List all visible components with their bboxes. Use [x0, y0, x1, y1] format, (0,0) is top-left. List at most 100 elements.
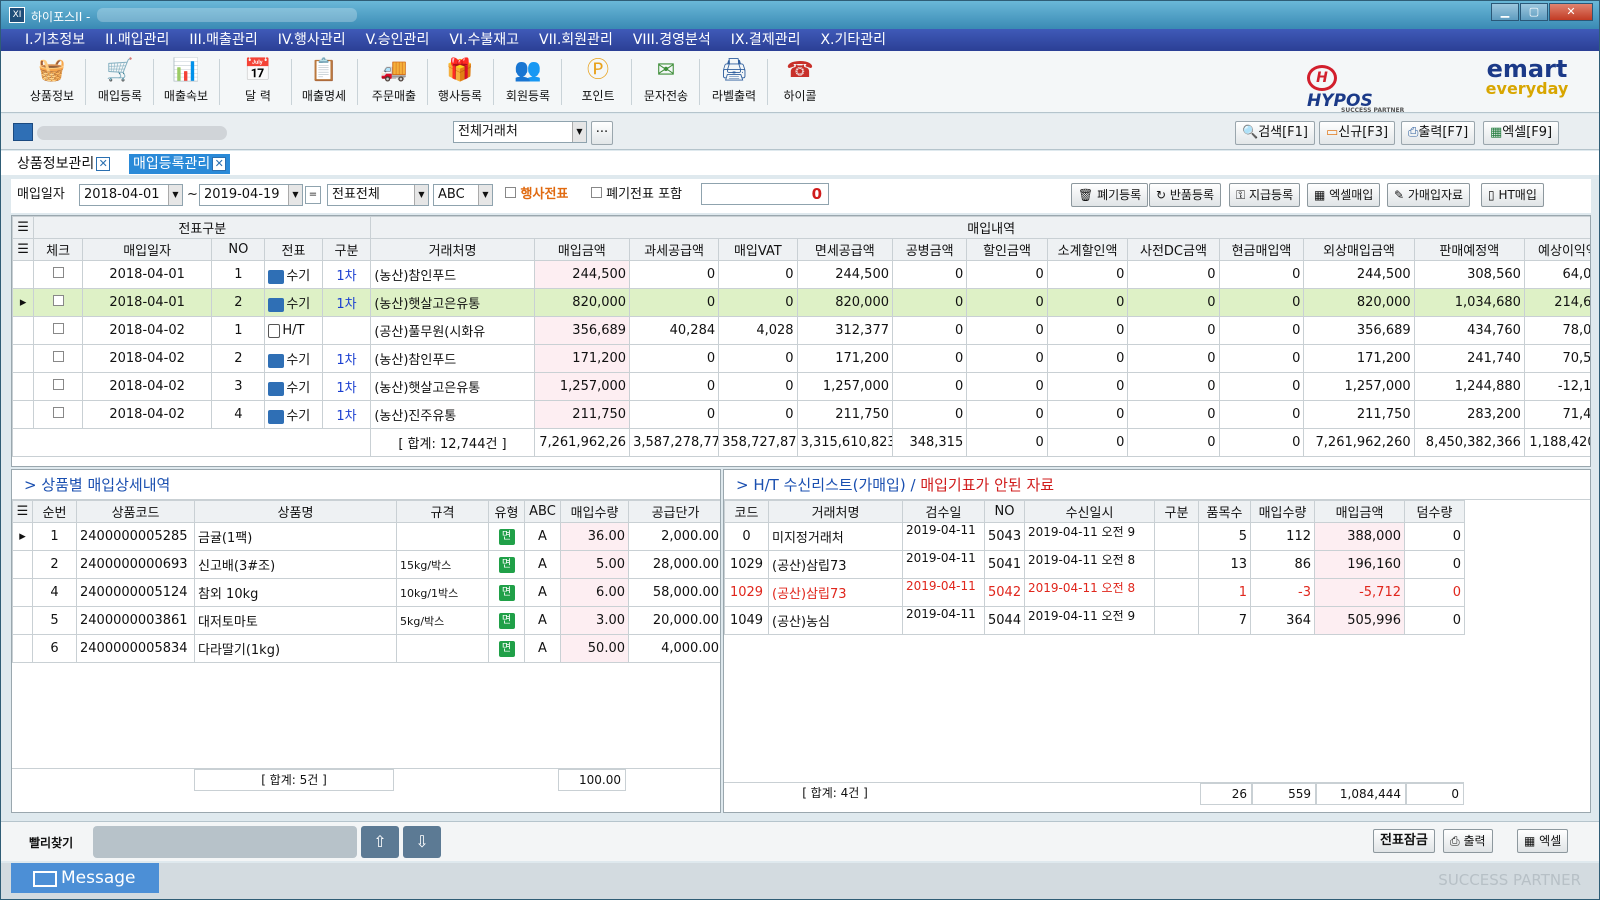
- grid-menu-icon[interactable]: ☰: [12, 238, 35, 261]
- col-header[interactable]: 공급단가: [628, 500, 720, 523]
- col-header[interactable]: 매입금액: [533, 238, 631, 261]
- col-header[interactable]: 구분: [1154, 500, 1199, 523]
- menu-item-4[interactable]: IV.행사관리: [268, 29, 356, 51]
- col-header[interactable]: 수신일시: [1024, 500, 1155, 523]
- col-header[interactable]: 매입일자: [81, 238, 213, 261]
- table-row[interactable]: 2018-04-02 3 수기 1차 (농산)햇살고은유통 1,257,000 0 0 1,25…: [12, 372, 1590, 401]
- cell-kind[interactable]: 1차: [321, 260, 372, 289]
- cell-kind[interactable]: 1차: [321, 344, 372, 373]
- bottom-print-button[interactable]: ⎙ 출력: [1443, 829, 1493, 853]
- close-tab-icon[interactable]: ✕: [212, 157, 227, 171]
- menu-item-8[interactable]: VIII.경영분석: [623, 29, 721, 51]
- table-row[interactable]: 2018-04-01 1 수기 1차 (농산)참인푸드 244,500 0 0 244,500 0…: [12, 260, 1590, 289]
- toolbar-button-8[interactable]: 👥 회원등록: [497, 55, 559, 109]
- col-header[interactable]: 유형: [488, 500, 525, 523]
- toolbar-button-11[interactable]: 🖨 라벨출력: [703, 55, 765, 109]
- col-header[interactable]: 상품명: [194, 500, 397, 523]
- col-header[interactable]: 체크: [33, 238, 83, 261]
- vendor-select[interactable]: 전체거래처 ▼: [453, 121, 587, 143]
- scroll-up-icon[interactable]: ⇧: [361, 826, 399, 858]
- col-header[interactable]: 과세공급액: [629, 238, 720, 261]
- toolbar-button-9[interactable]: Ⓟ 포인트: [567, 55, 629, 109]
- scroll-down-icon[interactable]: ⇩: [403, 826, 441, 858]
- col-header[interactable]: NO: [984, 500, 1025, 523]
- menu-item-9[interactable]: IX.결제관리: [721, 29, 811, 51]
- col-header[interactable]: 매입금액: [1314, 500, 1405, 523]
- date-from[interactable]: 2018-04-01 ▼: [79, 184, 183, 206]
- close-tab-icon[interactable]: ✕: [96, 157, 111, 171]
- include-waste-checkbox[interactable]: 폐기전표 포함: [591, 184, 682, 206]
- col-header[interactable]: 검수일: [902, 500, 985, 523]
- cell-kind[interactable]: 1차: [321, 400, 372, 429]
- ht-row[interactable]: 1049 (공산)농심 2019-04-11 5044 2019-04-11 오전 9 7…: [724, 606, 1465, 635]
- col-header[interactable]: 규격: [396, 500, 489, 523]
- excel-button[interactable]: ▦엑셀[F9]: [1483, 121, 1560, 145]
- col-header[interactable]: 품목수: [1198, 500, 1251, 523]
- excel-purchase-button[interactable]: ▦ 엑셀매입: [1307, 183, 1381, 207]
- grid-menu-icon[interactable]: ☰: [12, 216, 35, 239]
- menu-item-10[interactable]: X.기타관리: [810, 29, 896, 51]
- col-header[interactable]: ABC: [524, 500, 561, 523]
- date-equal-button[interactable]: =: [305, 186, 321, 204]
- row-checkbox[interactable]: [33, 344, 83, 373]
- temp-purchase-button[interactable]: ✎ 가매입자료: [1387, 183, 1471, 207]
- message-button[interactable]: Message: [11, 863, 159, 893]
- vendor-more-button[interactable]: ···: [591, 121, 613, 145]
- toolbar-button-7[interactable]: 🎁 행사등록: [429, 55, 491, 109]
- table-row[interactable]: 2018-04-02 2 수기 1차 (농산)참인푸드 171,200 0 0 171,200 0…: [12, 344, 1590, 373]
- slip-lock-button[interactable]: 전표잠금: [1373, 829, 1435, 853]
- menu-item-2[interactable]: II.매입관리: [95, 29, 179, 51]
- col-header[interactable]: 소계할인액: [1046, 238, 1129, 261]
- calendar-icon[interactable]: [13, 123, 33, 141]
- menu-item-6[interactable]: VI.수불재고: [439, 29, 529, 51]
- quick-find-input[interactable]: [93, 826, 357, 858]
- col-header[interactable]: 거래처명: [370, 238, 535, 261]
- return-register-button[interactable]: ↻ 반품등록: [1149, 183, 1222, 207]
- col-header[interactable]: 매입수량: [560, 500, 629, 523]
- row-checkbox[interactable]: [33, 400, 83, 429]
- close-button[interactable]: ✕: [1549, 3, 1593, 21]
- payment-register-button[interactable]: ⚿ 지급등록: [1229, 183, 1301, 207]
- tab-purchase-register[interactable]: 매입등록관리 ✕: [129, 154, 231, 174]
- maximize-button[interactable]: ▢: [1520, 3, 1548, 21]
- menu-item-5[interactable]: V.승인관리: [356, 29, 440, 51]
- abc-select[interactable]: ABC ▼: [433, 184, 493, 206]
- col-header[interactable]: 매입VAT: [718, 238, 798, 261]
- col-header[interactable]: 전표: [264, 238, 323, 261]
- col-header[interactable]: 매입수량: [1250, 500, 1315, 523]
- table-row[interactable]: 2018-04-02 4 수기 1차 (농산)진주유통 211,750 0 0 211,750 0…: [12, 400, 1590, 429]
- menu-item-1[interactable]: I.기초정보: [15, 29, 95, 51]
- col-header[interactable]: NO: [211, 238, 266, 261]
- search-button[interactable]: 🔍검색[F1]: [1235, 121, 1315, 145]
- col-header[interactable]: 상품코드: [76, 500, 195, 523]
- new-button[interactable]: ▭신규[F3]: [1319, 121, 1396, 145]
- waste-register-button[interactable]: 🗑 폐기등록: [1071, 183, 1149, 207]
- toolbar-button-2[interactable]: 🛒 매입등록: [89, 55, 151, 109]
- col-header[interactable]: 공병금액: [891, 238, 968, 261]
- print-button[interactable]: ⎙출력[F7]: [1401, 121, 1476, 145]
- col-header[interactable]: 순번: [32, 500, 77, 523]
- ht-row[interactable]: 1029 (공산)삼립73 2019-04-11 5041 2019-04-11 오전 …: [724, 550, 1465, 579]
- col-header[interactable]: 면세공급액: [796, 238, 894, 261]
- col-header[interactable]: 예상이익액: [1523, 238, 1590, 261]
- col-header[interactable]: 덤수량: [1404, 500, 1465, 523]
- table-row[interactable]: ▸ 2018-04-01 2 수기 1차 (농산)햇살고은유통 820,000 0 0 820,0…: [12, 288, 1590, 317]
- col-header[interactable]: 사전DC금액: [1127, 238, 1220, 261]
- ht-purchase-button[interactable]: ▯ HT매입: [1481, 183, 1544, 207]
- cell-kind[interactable]: 1차: [321, 372, 372, 401]
- col-header[interactable]: 할인금액: [966, 238, 1048, 261]
- col-header[interactable]: 코드: [724, 500, 769, 523]
- row-checkbox[interactable]: [33, 316, 83, 345]
- menu-item-3[interactable]: III.매출관리: [179, 29, 267, 51]
- col-header[interactable]: 판매예정액: [1413, 238, 1525, 261]
- col-header[interactable]: 구분: [321, 238, 372, 261]
- tab-product-info[interactable]: 상품정보관리 ✕: [13, 154, 114, 174]
- toolbar-button-6[interactable]: 🚚 주문매출: [363, 55, 425, 109]
- toolbar-button-4[interactable]: 📅 달 력: [227, 55, 289, 109]
- toolbar-button-1[interactable]: 🧺 상품정보: [21, 55, 83, 109]
- toolbar-button-10[interactable]: ✉ 문자전송: [635, 55, 697, 109]
- col-header[interactable]: 외상매입금액: [1303, 238, 1415, 261]
- row-checkbox[interactable]: [33, 288, 83, 317]
- table-row[interactable]: 2018-04-02 1 H/T (공산)풀무원(시화유 356,689 40,284 4,…: [12, 316, 1590, 345]
- product-row[interactable]: 5 2400000003861 대저토마토 5kg/박스 면 A 3.00 20,000.00: [12, 606, 720, 635]
